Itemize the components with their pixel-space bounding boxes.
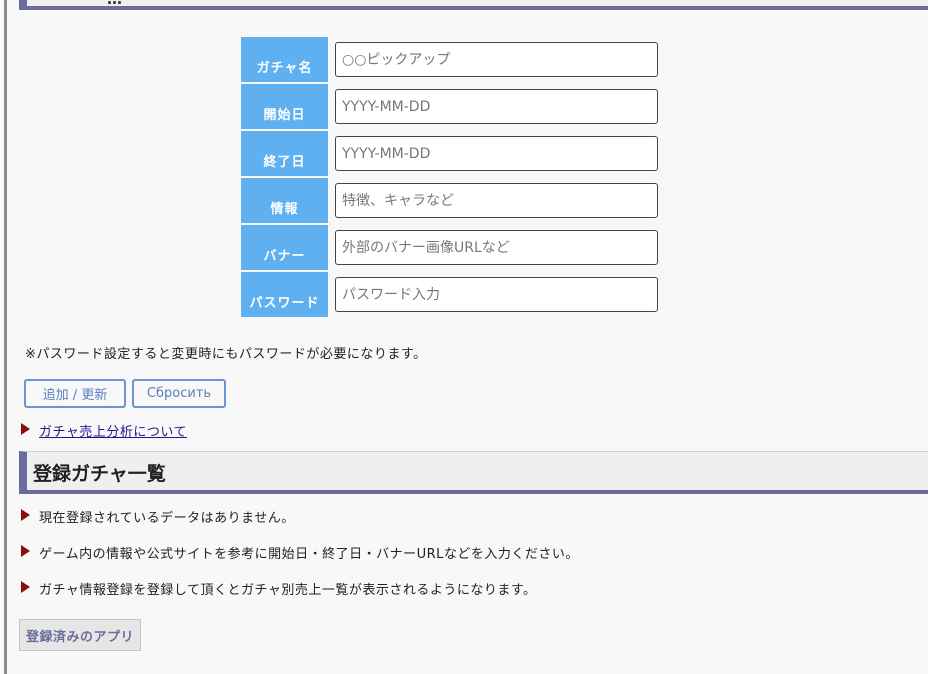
form-row-info: 情報 [241,178,661,225]
form-row-gacha-name: ガチャ名 [241,37,661,84]
section-heading-top-title: … [107,0,122,8]
bullet-triangle-icon [21,581,30,593]
gacha-name-input[interactable] [335,42,658,77]
password-note: ※パスワード設定すると変更時にもパスワードが必要になります。 [25,347,427,362]
form-row-end-date: 終了日 [241,131,661,178]
label-password: パスワード [241,272,328,317]
registered-apps-button[interactable]: 登録済みのアプリ [19,619,141,651]
label-banner: バナー [241,225,328,270]
section-heading-registered: 登録ガチャ一覧 [19,451,928,494]
form-row-password: パスワード [241,272,661,319]
page: … ガチャ名 開始日 終了日 情報 バナー パスワード ※パスワード設定すると変… [0,0,928,674]
password-input[interactable] [335,277,658,312]
registered-section-title: 登録ガチャ一覧 [33,463,166,485]
end-date-input[interactable] [335,136,658,171]
label-start-date: 開始日 [241,84,328,129]
form-row-start-date: 開始日 [241,84,661,131]
reset-button[interactable]: Сбросить [132,379,226,408]
form-row-banner: バナー [241,225,661,272]
banner-input[interactable] [335,230,658,265]
label-gacha-name: ガチャ名 [241,37,328,82]
add-update-button[interactable]: 追加 / 更新 [24,379,126,408]
section-heading-top: … [19,0,928,10]
label-end-date: 終了日 [241,131,328,176]
analysis-link[interactable]: ガチャ売上分析について [39,425,187,440]
info-input[interactable] [335,183,658,218]
no-data-message: 現在登録されているデータはありません。 [39,511,295,526]
registration-info: ガチャ情報登録を登録して頂くとガチャ別売上一覧が表示されるようになります。 [39,583,537,598]
bullet-triangle-icon [21,423,30,435]
bullet-triangle-icon [21,509,30,521]
label-info: 情報 [241,178,328,223]
input-instruction: ゲーム内の情報や公式サイトを参考に開始日・終了日・バナーURLなどを入力ください… [39,547,579,562]
start-date-input[interactable] [335,89,658,124]
analysis-link-row: ガチャ売上分析について [39,421,187,440]
left-border [4,0,7,674]
bullet-triangle-icon [21,545,30,557]
